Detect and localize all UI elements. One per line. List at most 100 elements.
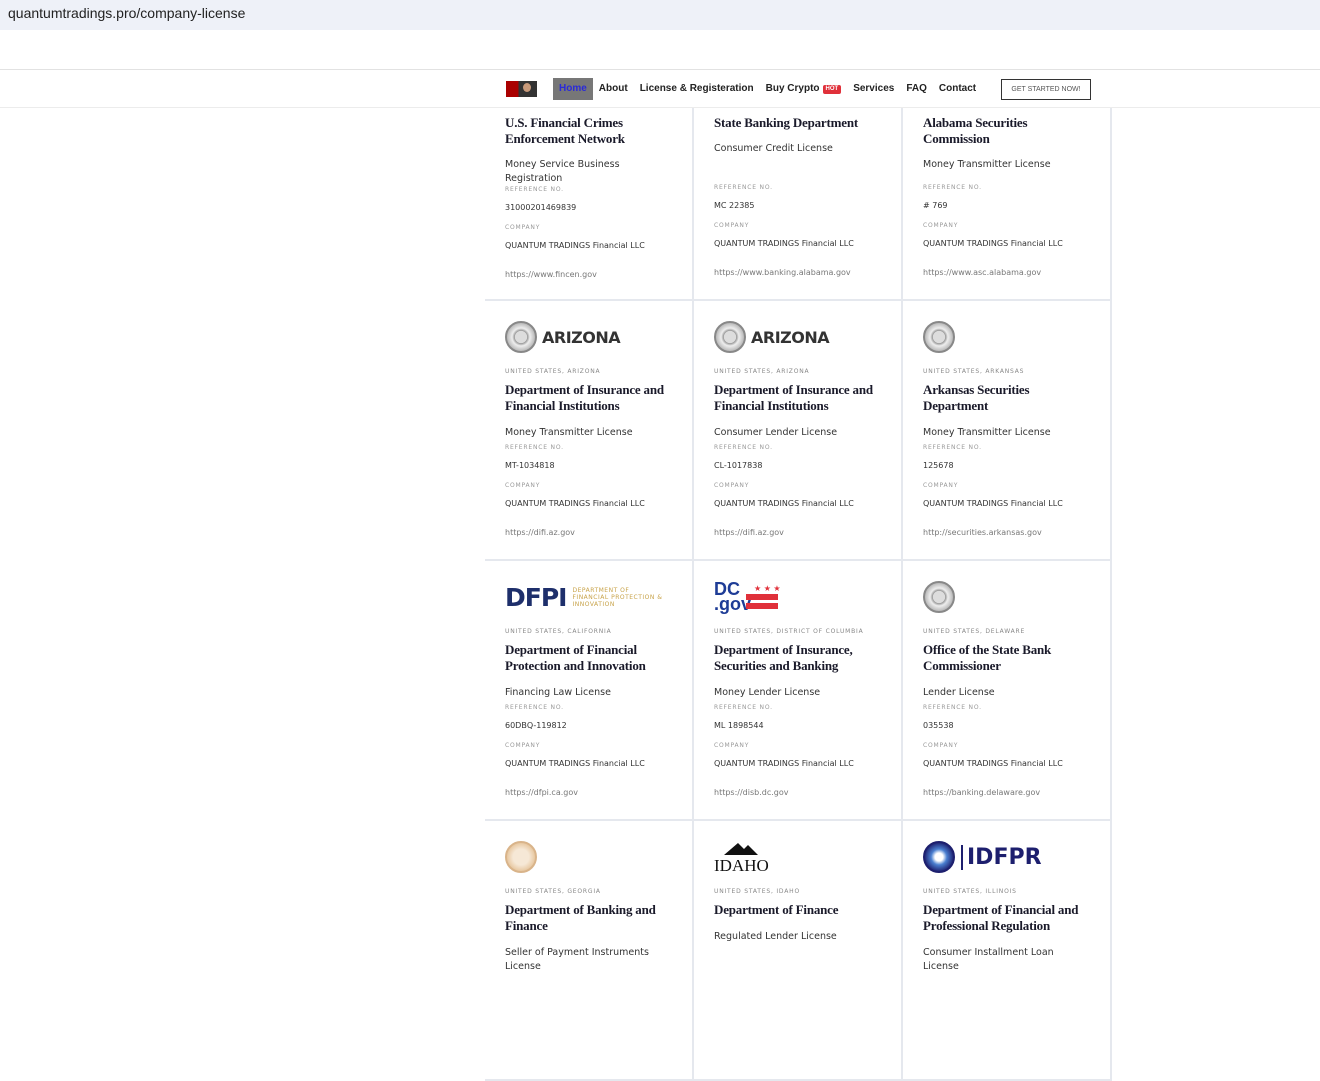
- regulator-logo: DFPI DEPARTMENT OF FINANCIAL PROTECTION &…: [505, 581, 672, 613]
- license-details: Reference No. 035538 Company QUANTUM TRA…: [923, 704, 1090, 799]
- license-card: IDFPR United States, Illinois Department o…: [903, 821, 1112, 1081]
- company-name: QUANTUM TRADINGS Financial LLC: [714, 239, 854, 248]
- georgia-seal-icon: [505, 841, 537, 873]
- regulator-link[interactable]: https://www.fincen.gov: [505, 270, 597, 279]
- company-label: Company: [923, 222, 959, 229]
- regulator-link[interactable]: https://difi.az.gov: [505, 528, 575, 537]
- reference-label: Reference No.: [923, 704, 982, 711]
- license-details: Reference No. 31000201469839 Company QUA…: [505, 186, 672, 281]
- arizona-seal-icon: [714, 321, 746, 353]
- company-label: Company: [505, 224, 541, 231]
- regulator-link[interactable]: https://www.banking.alabama.gov: [714, 268, 851, 277]
- arizona-logo: ARIZONA: [542, 327, 621, 347]
- license-type: Lender License: [923, 687, 995, 698]
- regulator-name: Department of Finance: [714, 902, 839, 917]
- get-started-button[interactable]: GET STARTED NOW!: [1001, 79, 1091, 100]
- nav-contact[interactable]: Contact: [933, 78, 982, 100]
- regulator-link[interactable]: https://dfpi.ca.gov: [505, 788, 578, 797]
- regulator-name: State Banking Department: [714, 115, 858, 130]
- reference-label: Reference No.: [923, 444, 982, 451]
- company-label: Company: [505, 742, 541, 749]
- regulator-logo: [923, 581, 1090, 613]
- license-details: Reference No. ML 1898544 Company QUANTUM…: [714, 704, 881, 799]
- license-card: IDAHO United States, Idaho Department of F…: [694, 821, 903, 1081]
- company-name: QUANTUM TRADINGS Financial LLC: [923, 499, 1063, 508]
- license-details: Reference No. 60DBQ-119812 Company QUANT…: [505, 704, 672, 799]
- regulator-logo: ARIZONA: [505, 321, 672, 353]
- dc-gov-logo: DC .gov: [714, 579, 752, 614]
- regulator-name: Department of Banking and Finance: [505, 902, 656, 933]
- hot-badge: HOT: [822, 85, 842, 94]
- company-label: Company: [714, 222, 750, 229]
- card-country: United States, California: [505, 628, 612, 635]
- site-header: Home About License & Registeration Buy C…: [0, 71, 1320, 108]
- company-name: QUANTUM TRADINGS Financial LLC: [505, 499, 645, 508]
- dfpi-logo: DFPI: [505, 582, 567, 612]
- idfpr-seal-icon: [923, 841, 955, 873]
- svg-text:★ ★ ★: ★ ★ ★: [754, 584, 780, 593]
- reference-number: ML 1898544: [714, 721, 764, 730]
- regulator-link[interactable]: https://disb.dc.gov: [714, 788, 789, 797]
- nav-buy-crypto[interactable]: Buy Crypto HOT: [760, 78, 848, 100]
- regulator-link[interactable]: http://securities.arkansas.gov: [923, 528, 1042, 537]
- nav-home[interactable]: Home: [553, 78, 593, 100]
- regulator-link[interactable]: https://difi.az.gov: [714, 528, 784, 537]
- license-card: United States, Delaware Office of the Sta…: [903, 561, 1112, 821]
- license-card: DFPI DEPARTMENT OF FINANCIAL PROTECTION &…: [485, 561, 694, 821]
- company-label: Company: [714, 742, 750, 749]
- reference-number: MC 22385: [714, 201, 755, 210]
- reference-label: Reference No.: [714, 444, 773, 451]
- nav-services[interactable]: Services: [847, 78, 900, 100]
- site-logo[interactable]: [506, 81, 537, 97]
- nav-faq[interactable]: FAQ: [900, 78, 933, 100]
- regulator-name: Department of Insurance and Financial In…: [714, 382, 873, 413]
- dc-flag-icon: ★ ★ ★: [746, 584, 780, 609]
- license-type: Regulated Lender License: [714, 931, 837, 942]
- license-type: Consumer Installment Loan License: [923, 947, 1054, 972]
- regulator-name: U.S. Financial Crimes Enforcement Networ…: [505, 115, 625, 146]
- company-label: Company: [923, 742, 959, 749]
- regulator-name: Alabama Securities Commission: [923, 115, 1028, 146]
- card-country: United States, Idaho: [714, 888, 800, 895]
- license-details: Reference No. CL-1017838 Company QUANTUM…: [714, 444, 881, 539]
- card-country: United States, Arizona: [714, 368, 810, 375]
- delaware-seal-icon: [923, 581, 955, 613]
- regulator-logo: DC .gov ★ ★ ★: [714, 579, 881, 614]
- company-name: QUANTUM TRADINGS Financial LLC: [714, 499, 854, 508]
- card-country: United States, Delaware: [923, 628, 1026, 635]
- card-country: United States, Arkansas: [923, 368, 1025, 375]
- license-grid: U.S. Financial Crimes Enforcement Networ…: [485, 108, 1112, 1081]
- company-label: Company: [505, 482, 541, 489]
- company-name: QUANTUM TRADINGS Financial LLC: [923, 239, 1063, 248]
- regulator-logo: IDFPR: [923, 841, 1090, 873]
- company-name: QUANTUM TRADINGS Financial LLC: [505, 759, 645, 768]
- idaho-mountain-icon: IDAHO: [714, 843, 769, 873]
- license-type: Money Transmitter License: [923, 159, 1051, 170]
- card-country: United States, Arizona: [505, 368, 601, 375]
- nav-about[interactable]: About: [593, 78, 634, 100]
- regulator-link[interactable]: https://banking.delaware.gov: [923, 788, 1040, 797]
- reference-number: 035538: [923, 721, 954, 730]
- license-card: State Banking Department Consumer Credit …: [694, 108, 903, 301]
- arkansas-seal-icon: [923, 321, 955, 353]
- address-bar[interactable]: quantumtradings.pro/company-license: [0, 0, 1320, 30]
- dfpi-logo-subtitle: DEPARTMENT OF FINANCIAL PROTECTION & INN…: [572, 586, 663, 608]
- license-details: Reference No. 125678 Company QUANTUM TRA…: [923, 444, 1090, 539]
- arizona-seal-icon: [505, 321, 537, 353]
- regulator-link[interactable]: https://www.asc.alabama.gov: [923, 268, 1041, 277]
- arizona-logo: ARIZONA: [751, 327, 830, 347]
- license-card: ARIZONA United States, Arizona Department …: [485, 301, 694, 561]
- license-card: ARIZONA United States, Arizona Department …: [694, 301, 903, 561]
- regulator-logo: IDAHO: [714, 841, 881, 873]
- nav-license[interactable]: License & Registeration: [634, 78, 760, 100]
- reference-number: 60DBQ-119812: [505, 721, 567, 730]
- license-type: Consumer Credit License: [714, 143, 833, 154]
- license-card: United States, Georgia Department of Bank…: [485, 821, 694, 1081]
- idaho-logo: IDAHO: [714, 856, 769, 873]
- company-name: QUANTUM TRADINGS Financial LLC: [714, 759, 854, 768]
- card-country: United States, Georgia: [505, 888, 601, 895]
- regulator-name: Department of Insurance and Financial In…: [505, 382, 664, 413]
- license-type: Seller of Payment Instruments License: [505, 947, 649, 972]
- regulator-name: Department of Financial and Professional…: [923, 902, 1079, 933]
- reference-label: Reference No.: [714, 184, 773, 191]
